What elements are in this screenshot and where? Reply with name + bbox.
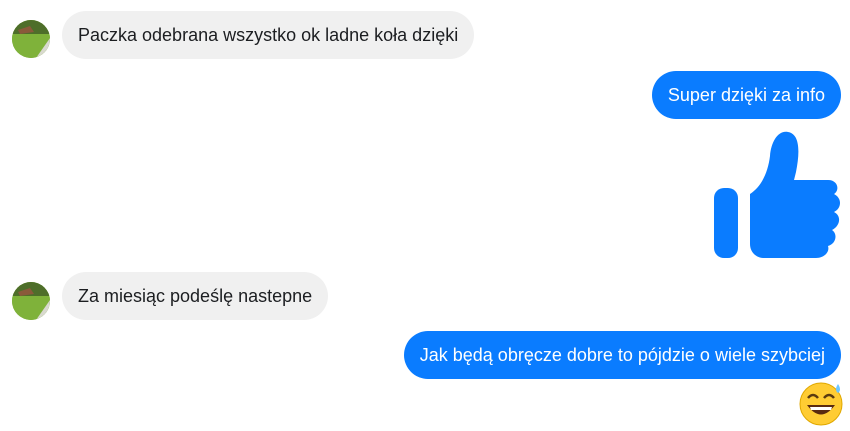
message-bubble-outgoing[interactable]: Jak będą obręcze dobre to pójdzie o wiel… [403, 331, 841, 379]
message-bubble-outgoing[interactable]: Super dzięki za info [651, 71, 841, 119]
thumbs-up-icon[interactable] [710, 128, 844, 269]
message-bubble-incoming[interactable]: Paczka odebrana wszystko ok ladne koła d… [62, 11, 475, 59]
grinning-sweat-emoji-icon[interactable] [798, 380, 844, 431]
message-bubble-incoming[interactable]: Za miesiąc podeślę nastepne [62, 272, 329, 320]
contact-avatar[interactable] [12, 20, 50, 58]
contact-avatar[interactable] [12, 282, 50, 320]
